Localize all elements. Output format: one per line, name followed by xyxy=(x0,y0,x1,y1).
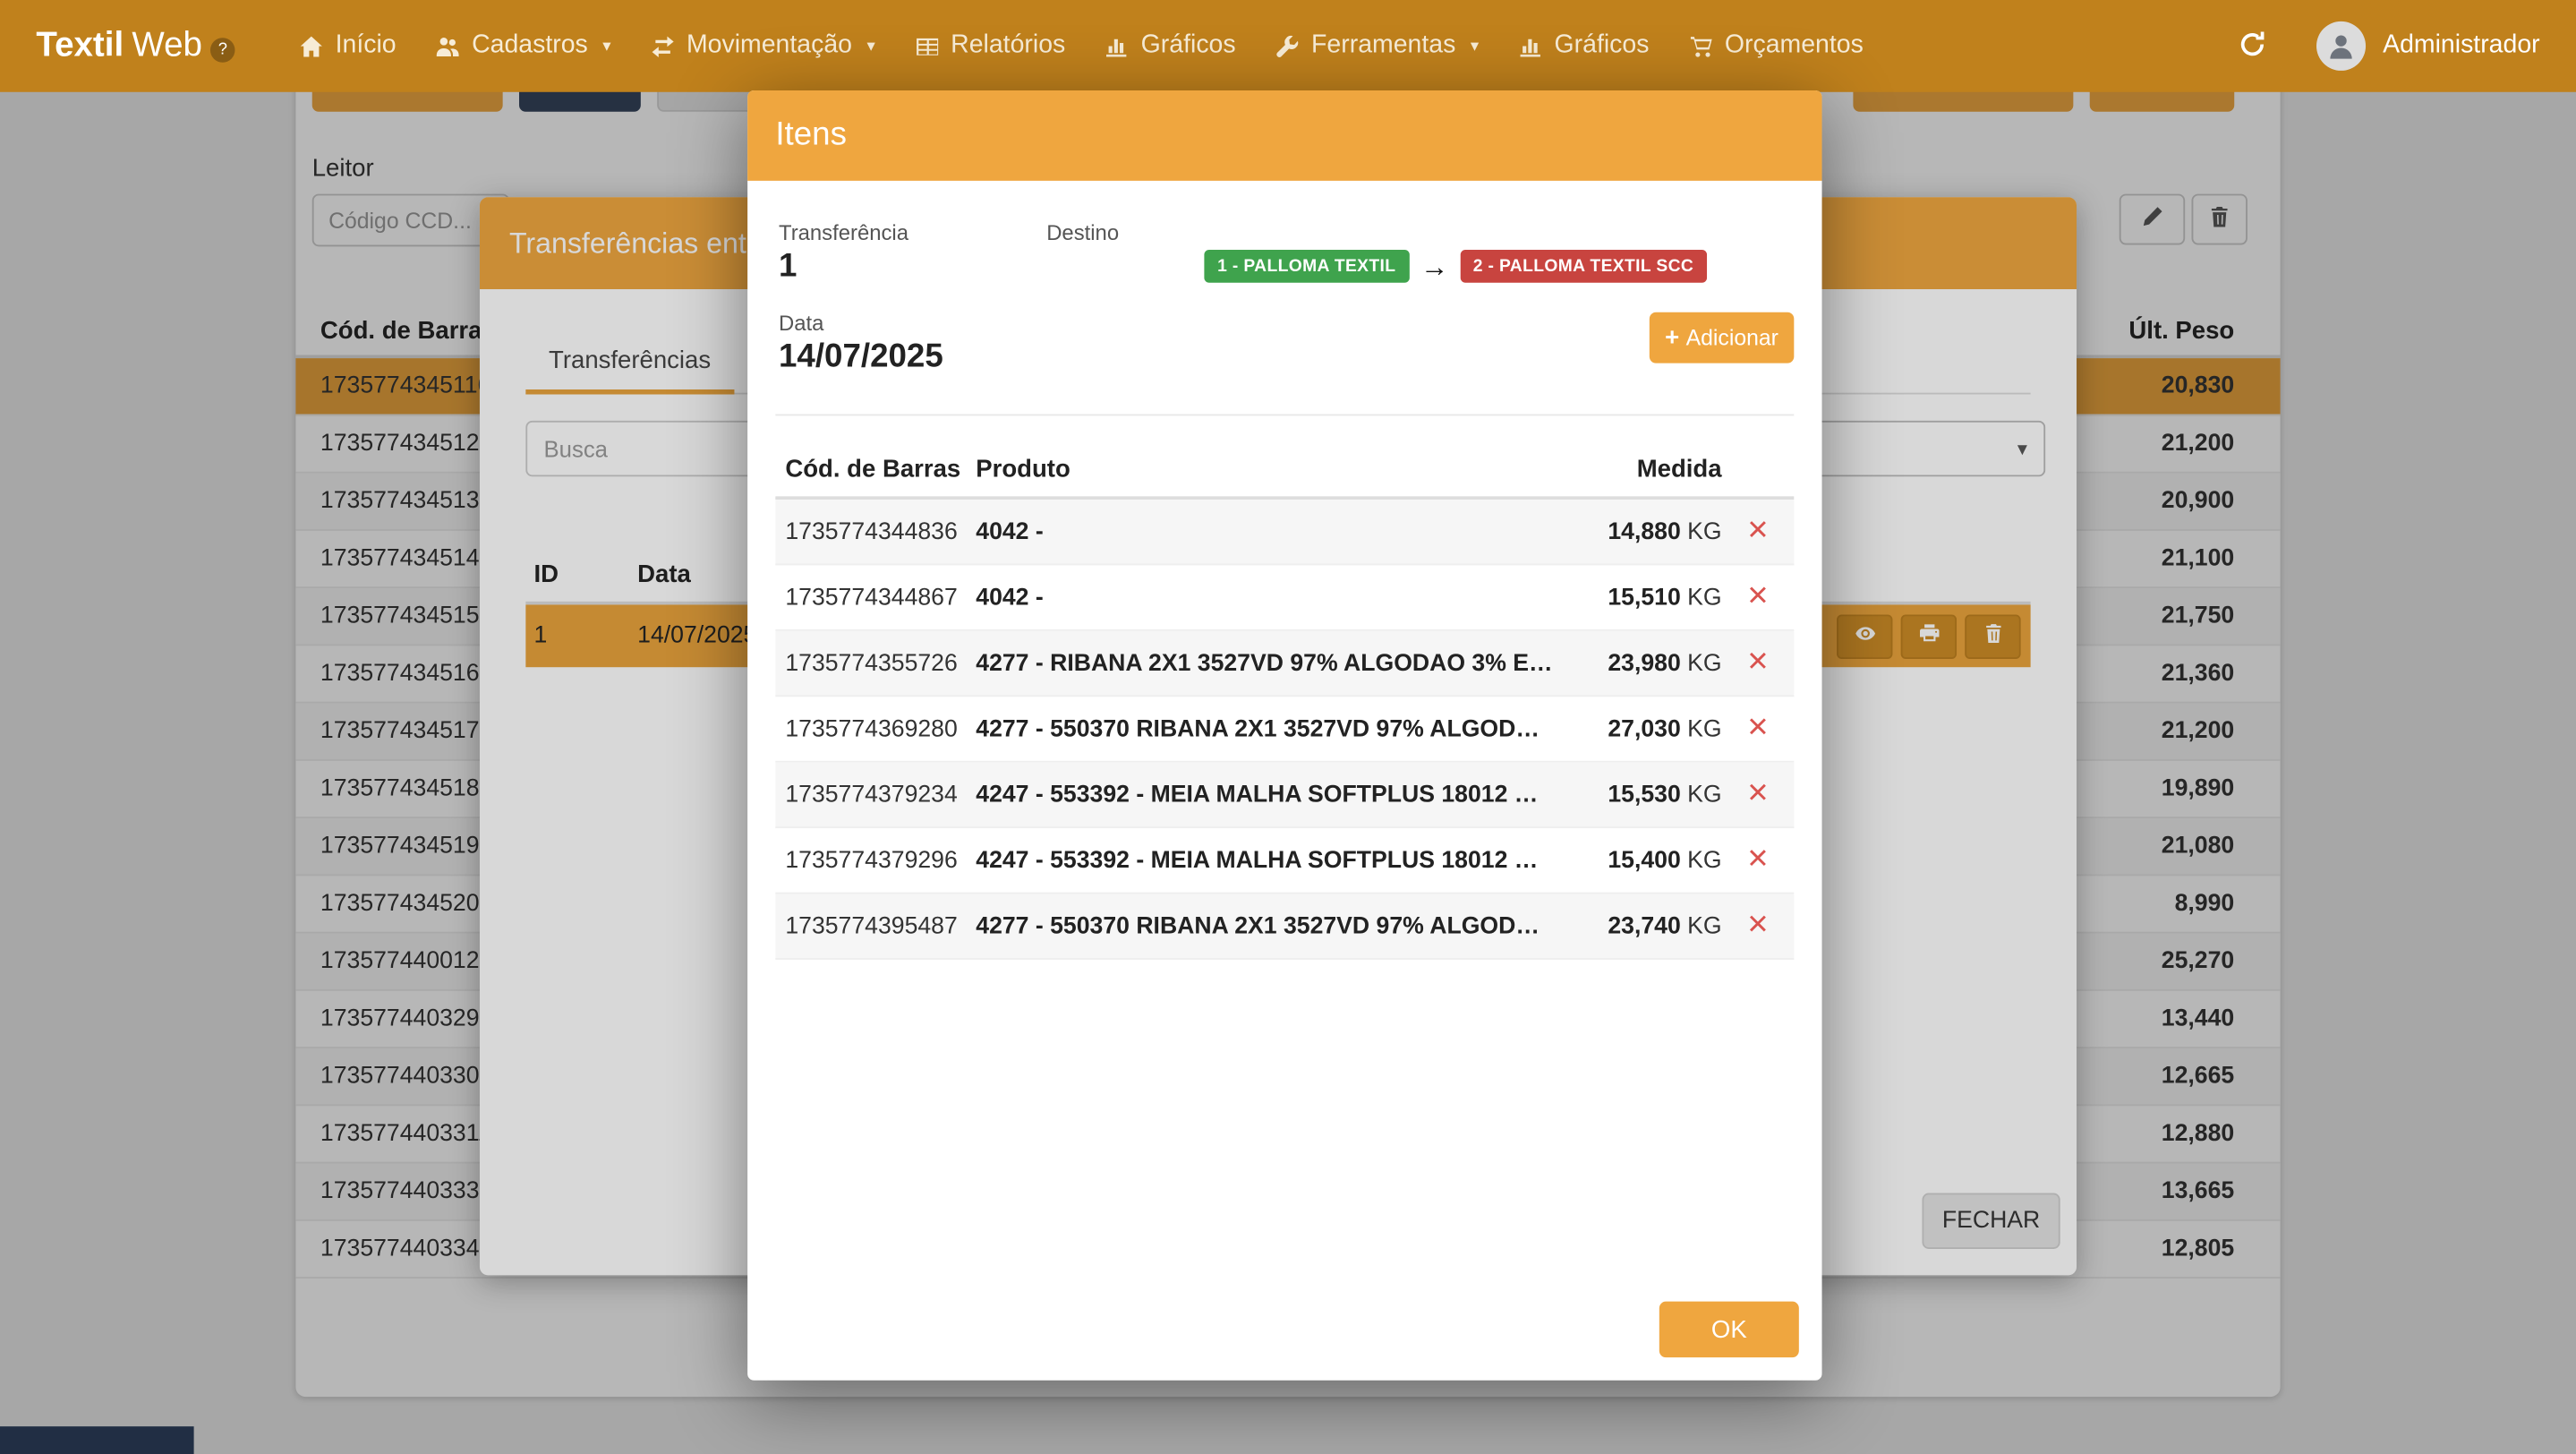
destino-badges: 1 - PALLOMA TEXTIL → 2 - PALLOMA TEXTIL … xyxy=(1204,250,1706,283)
nav-item-ferramentas[interactable]: Ferramentas ▾ xyxy=(1260,18,1493,73)
nav-item-relatorios[interactable]: Relatórios xyxy=(900,18,1079,73)
nav-item-movimentacao[interactable]: Movimentação ▾ xyxy=(635,18,890,73)
nav-item-graficos-2[interactable]: Gráficos xyxy=(1504,18,1664,73)
nav-right-cluster: Administrador xyxy=(2229,21,2540,71)
nav-item-orcamentos[interactable]: Orçamentos xyxy=(1674,18,1878,73)
remove-item-button[interactable] xyxy=(1722,649,1795,677)
x-icon xyxy=(1748,519,1768,544)
users-icon xyxy=(436,34,461,59)
refresh-icon xyxy=(2239,29,2268,64)
itens-table-header: Cód. de Barras Produto Medida xyxy=(775,440,1794,500)
item-row: 1735774344867 4042 - 15,510KG xyxy=(775,565,1794,630)
adicionar-label: Adicionar xyxy=(1686,325,1778,350)
exchange-icon xyxy=(651,34,676,59)
nav-item-graficos-1[interactable]: Gráficos xyxy=(1090,18,1250,73)
x-icon xyxy=(1748,848,1768,873)
remove-item-button[interactable] xyxy=(1722,912,1795,940)
wrench-icon xyxy=(1275,34,1301,59)
help-icon[interactable]: ? xyxy=(210,37,235,62)
user-menu[interactable]: Administrador xyxy=(2317,21,2540,71)
col-product: Produto xyxy=(976,455,1583,483)
item-row: 1735774369280 4277 - 550370 RIBANA 2X1 3… xyxy=(775,697,1794,762)
nav-label: Cadastros xyxy=(472,31,588,61)
data-label: Data xyxy=(779,311,823,336)
item-row: 1735774379296 4247 - 553392 - MEIA MALHA… xyxy=(775,828,1794,894)
itens-table: Cód. de Barras Produto Medida 1735774344… xyxy=(775,440,1794,960)
nav-menu: Início Cadastros ▾ Movimentação ▾ Relató… xyxy=(285,18,1879,73)
x-icon xyxy=(1748,914,1768,939)
itens-modal-body: Transferência 1 Destino 1 - PALLOMA TEXT… xyxy=(747,181,1821,1381)
plus-icon: + xyxy=(1665,324,1679,352)
item-row: 1735774395487 4277 - 550370 RIBANA 2X1 3… xyxy=(775,894,1794,959)
arrow-right-icon: → xyxy=(1420,252,1448,280)
itens-modal: Itens Transferência 1 Destino 1 - PALLOM… xyxy=(747,90,1821,1381)
remove-item-button[interactable] xyxy=(1722,517,1795,545)
adicionar-button[interactable]: + Adicionar xyxy=(1650,312,1795,364)
nav-label: Gráficos xyxy=(1141,31,1236,61)
x-icon xyxy=(1748,783,1768,808)
user-name: Administrador xyxy=(2383,31,2540,61)
brand-light: Web xyxy=(132,26,202,65)
chart-icon xyxy=(1105,34,1130,59)
remove-item-button[interactable] xyxy=(1722,846,1795,874)
nav-label: Relatórios xyxy=(951,31,1065,61)
top-navbar: TextilWeb ? Início Cadastros ▾ Movimenta… xyxy=(0,0,2576,92)
nav-label: Ferramentas xyxy=(1311,31,1455,61)
origin-badge: 1 - PALLOMA TEXTIL xyxy=(1204,250,1409,283)
caret-down-icon: ▾ xyxy=(866,37,874,55)
x-icon xyxy=(1748,716,1768,741)
chart-icon xyxy=(1518,34,1543,59)
ok-button[interactable]: OK xyxy=(1659,1302,1799,1357)
remove-item-button[interactable] xyxy=(1722,714,1795,742)
app-root: Leitor s Cód. de Barras Últ. Peso 173577… xyxy=(0,0,2576,1454)
destination-badge: 2 - PALLOMA TEXTIL SCC xyxy=(1460,250,1707,283)
brand-bold: Textil xyxy=(36,26,124,65)
col-measure: Medida xyxy=(1583,455,1721,483)
nav-label: Movimentação xyxy=(687,31,852,61)
caret-down-icon: ▾ xyxy=(602,37,610,55)
x-icon xyxy=(1748,651,1768,676)
transferencia-value: 1 xyxy=(779,248,797,286)
col-barcode: Cód. de Barras xyxy=(785,455,976,483)
caret-down-icon: ▾ xyxy=(1471,37,1479,55)
remove-item-button[interactable] xyxy=(1722,584,1795,612)
itens-modal-header: Itens xyxy=(747,90,1821,181)
nav-label: Orçamentos xyxy=(1725,31,1864,61)
cart-icon xyxy=(1689,34,1714,59)
data-value: 14/07/2025 xyxy=(779,338,943,376)
itens-rows: 1735774344836 4042 - 14,880KG 1735774344… xyxy=(775,500,1794,960)
nav-label: Início xyxy=(336,31,397,61)
report-icon xyxy=(915,34,940,59)
nav-item-cadastros[interactable]: Cadastros ▾ xyxy=(421,18,626,73)
nav-item-inicio[interactable]: Início xyxy=(285,18,411,73)
transferencia-label: Transferência xyxy=(779,220,908,245)
brand-logo[interactable]: TextilWeb ? xyxy=(36,26,235,65)
x-icon xyxy=(1748,585,1768,610)
avatar xyxy=(2317,21,2367,71)
divider xyxy=(775,415,1794,416)
itens-modal-title: Itens xyxy=(775,116,847,154)
refresh-button[interactable] xyxy=(2229,27,2278,64)
item-row: 1735774355726 4277 - RIBANA 2X1 3527VD 9… xyxy=(775,631,1794,697)
item-row: 1735774379234 4247 - 553392 - MEIA MALHA… xyxy=(775,763,1794,828)
nav-label: Gráficos xyxy=(1555,31,1650,61)
remove-item-button[interactable] xyxy=(1722,781,1795,808)
item-row: 1735774344836 4042 - 14,880KG xyxy=(775,500,1794,565)
home-icon xyxy=(299,34,324,59)
destino-label: Destino xyxy=(1046,220,1119,245)
